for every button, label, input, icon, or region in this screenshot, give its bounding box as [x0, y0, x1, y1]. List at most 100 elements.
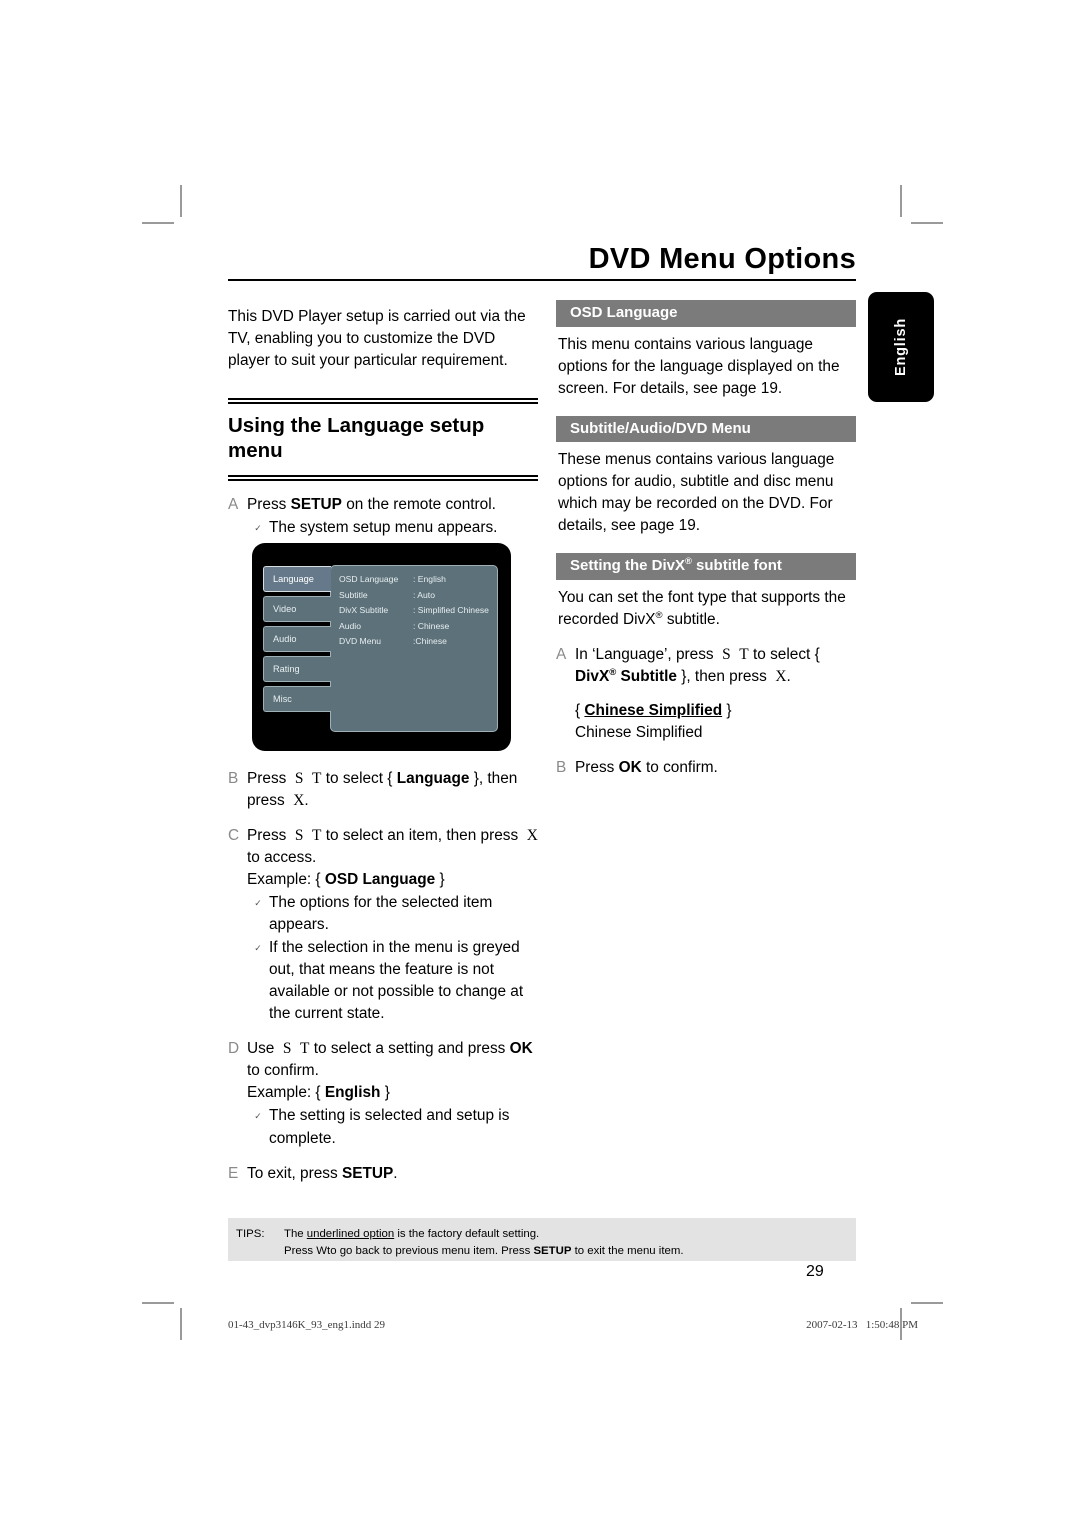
language-setup-heading-block: Using the Language setup menu — [228, 398, 538, 481]
tips-line2-bold-setup: SETUP — [533, 1245, 572, 1258]
step-e: E To exit, press SETUP. — [228, 1163, 538, 1185]
section-body-divx: You can set the font type that supports … — [556, 587, 856, 631]
osd-row[interactable]: DivX Subtitle : Simplified Chinese — [339, 606, 497, 615]
step-a: A Press SETUP on the remote control. ✓ T… — [228, 494, 538, 540]
divx-step-b: B Press OK to confirm. — [556, 757, 856, 779]
osd-row-value: : Simplified Chinese — [413, 605, 489, 616]
nav-up-symbol: S — [282, 1040, 292, 1058]
section-bar-subtitle-audio-dvd-menu: Subtitle/Audio/DVD Menu — [556, 415, 856, 443]
step-d-example-value: English — [324, 1084, 381, 1102]
crop-mark-top-right-vertical — [900, 185, 902, 217]
section-divx-subtitle-font: Setting the DivX® subtitle font You can … — [556, 553, 856, 779]
crop-mark-top-right-horizontal — [911, 222, 943, 224]
step-c-sub-text-1: The options for the selected item appear… — [269, 894, 493, 934]
crop-mark-top-left-horizontal — [142, 222, 174, 224]
tips-label: TIPS: — [236, 1228, 265, 1240]
step-e-body: To exit, press SETUP. — [247, 1163, 538, 1185]
tips-line-2: Press Wto go back to previous menu item.… — [284, 1243, 856, 1260]
osd-tab-rating[interactable]: Rating — [263, 656, 331, 682]
osd-row[interactable]: DVD Menu :Chinese — [339, 637, 497, 646]
osd-row-key: Subtitle — [339, 589, 368, 600]
title-divider — [228, 279, 856, 282]
divx-option-default: Chinese Simplified — [584, 702, 723, 720]
section-body-subtitle-audio-dvd-menu: These menus contains various language op… — [558, 451, 835, 535]
osd-row-value: : Chinese — [413, 620, 450, 631]
step-c-example-value: OSD Language — [324, 871, 436, 889]
osd-tab-language[interactable]: Language — [263, 566, 331, 592]
step-d: D Use S T to select a setting and press … — [228, 1038, 538, 1149]
osd-row-key: Audio — [339, 620, 361, 631]
divx-step-b-before: Press — [575, 759, 619, 777]
page-number: 29 — [806, 1263, 824, 1280]
divx-step-b-body: Press OK to confirm. — [575, 757, 856, 779]
intro-paragraph: This DVD Player setup is carried out via… — [228, 308, 526, 370]
language-side-tab-label: English — [893, 318, 909, 376]
crop-mark-bottom-left-vertical — [180, 1308, 182, 1340]
nav-right-symbol: X — [775, 668, 787, 686]
step-a-bold-setup: SETUP — [290, 495, 342, 513]
step-c-sub-text-2: If the selection in the menu is greyed o… — [269, 939, 524, 1023]
step-a-sub-text: The system setup menu appears. — [269, 518, 498, 536]
osd-row-value: : Auto — [413, 589, 435, 600]
nav-down-symbol: T — [739, 646, 749, 664]
step-b: B Press S T to select { Language }, then… — [228, 768, 538, 812]
osd-screen: OSD Language : English Subtitle : Auto D… — [263, 555, 500, 738]
tick-bullet-icon: ✓ — [254, 943, 262, 954]
osd-tab-audio[interactable]: Audio — [263, 626, 331, 652]
step-c-body: Press S T to select an item, then press … — [247, 825, 538, 1025]
step-d-example-label: Example: { — [247, 1084, 321, 1102]
step-letter-b: B — [228, 770, 239, 788]
step-e-bold-setup: SETUP — [341, 1164, 394, 1182]
osd-row-value: :Chinese — [413, 636, 447, 647]
step-b-bold-token: Language — [396, 770, 470, 788]
osd-options-panel: OSD Language : English Subtitle : Auto D… — [330, 565, 498, 732]
section-osd-language: OSD Language This menu contains various … — [556, 300, 856, 400]
page-title: DVD Menu Options — [588, 243, 856, 275]
step-c-subbullet-2: ✓ If the selection in the menu is greyed… — [247, 937, 538, 1025]
divx-step-b-after: to confirm. — [641, 759, 718, 777]
divx-step-a: A In ‘Language’, press S T to select { D… — [556, 644, 856, 688]
divx-bar-text-before: Setting the DivX — [570, 557, 686, 575]
divx-step-a-bold1: DivX — [575, 668, 610, 686]
divx-default-option-line: { Chinese Simplified } — [575, 700, 856, 722]
tips-line2-before: Press Wto go back to previous menu item.… — [284, 1245, 534, 1258]
nav-up-symbol: S — [722, 646, 731, 664]
nav-up-symbol: S — [294, 770, 304, 788]
crop-mark-bottom-left-horizontal — [142, 1302, 174, 1304]
tips-line1-underlined: underlined option — [306, 1228, 395, 1240]
step-a-subbullet: ✓ The system setup menu appears. — [247, 517, 538, 540]
step-c-line: Press S T to select an item, then press … — [247, 827, 538, 867]
divx-step-a-part1: In ‘Language’, press S T to select — [575, 646, 811, 664]
step-a-text-before: Press — [247, 495, 291, 513]
nav-up-symbol: S — [294, 827, 304, 845]
step-e-text-after: . — [393, 1164, 398, 1182]
section-heading-language-setup: Using the Language setup menu — [228, 414, 485, 463]
osd-row[interactable]: OSD Language : English — [339, 575, 497, 584]
nav-right-symbol: X — [293, 792, 305, 810]
osd-tab-video[interactable]: Video — [263, 596, 331, 622]
step-b-line: Press S T to select { Language }, then p… — [247, 770, 518, 810]
registered-trademark-icon: ® — [655, 610, 663, 622]
osd-setup-menu-figure: OSD Language : English Subtitle : Auto D… — [252, 543, 511, 751]
osd-row[interactable]: Subtitle : Auto — [339, 589, 497, 600]
step-e-text-before: To exit, press — [247, 1164, 342, 1182]
divx-default-option-block: { Chinese Simplified } Chinese Simplifie… — [556, 700, 856, 744]
divx-option-close: } — [722, 702, 732, 720]
step-c-subbullet-1: ✓ The options for the selected item appe… — [247, 892, 538, 936]
nav-down-symbol: T — [300, 1040, 310, 1058]
step-a-text-after: on the remote control. — [341, 495, 496, 513]
nav-down-symbol: T — [312, 827, 322, 845]
step-letter-c: C — [228, 827, 240, 845]
step-d-sub-text: The setting is selected and setup is com… — [269, 1107, 510, 1147]
language-side-tab: English — [868, 292, 934, 402]
footer-timestamp: 2007-02-13 1:50:48 PM — [806, 1319, 918, 1331]
registered-trademark-icon: ® — [685, 556, 692, 567]
osd-row-key: OSD Language — [339, 574, 399, 584]
osd-tab-misc[interactable]: Misc — [263, 686, 331, 712]
divx-body-after: subtitle. — [662, 611, 720, 629]
step-d-body: Use S T to select a setting and press OK… — [247, 1038, 538, 1149]
osd-row[interactable]: Audio : Chinese — [339, 622, 497, 631]
nav-down-symbol: T — [312, 770, 322, 788]
section-bar-osd-language: OSD Language — [556, 300, 856, 327]
tips-line2-after: to exit the menu item. — [571, 1245, 684, 1258]
